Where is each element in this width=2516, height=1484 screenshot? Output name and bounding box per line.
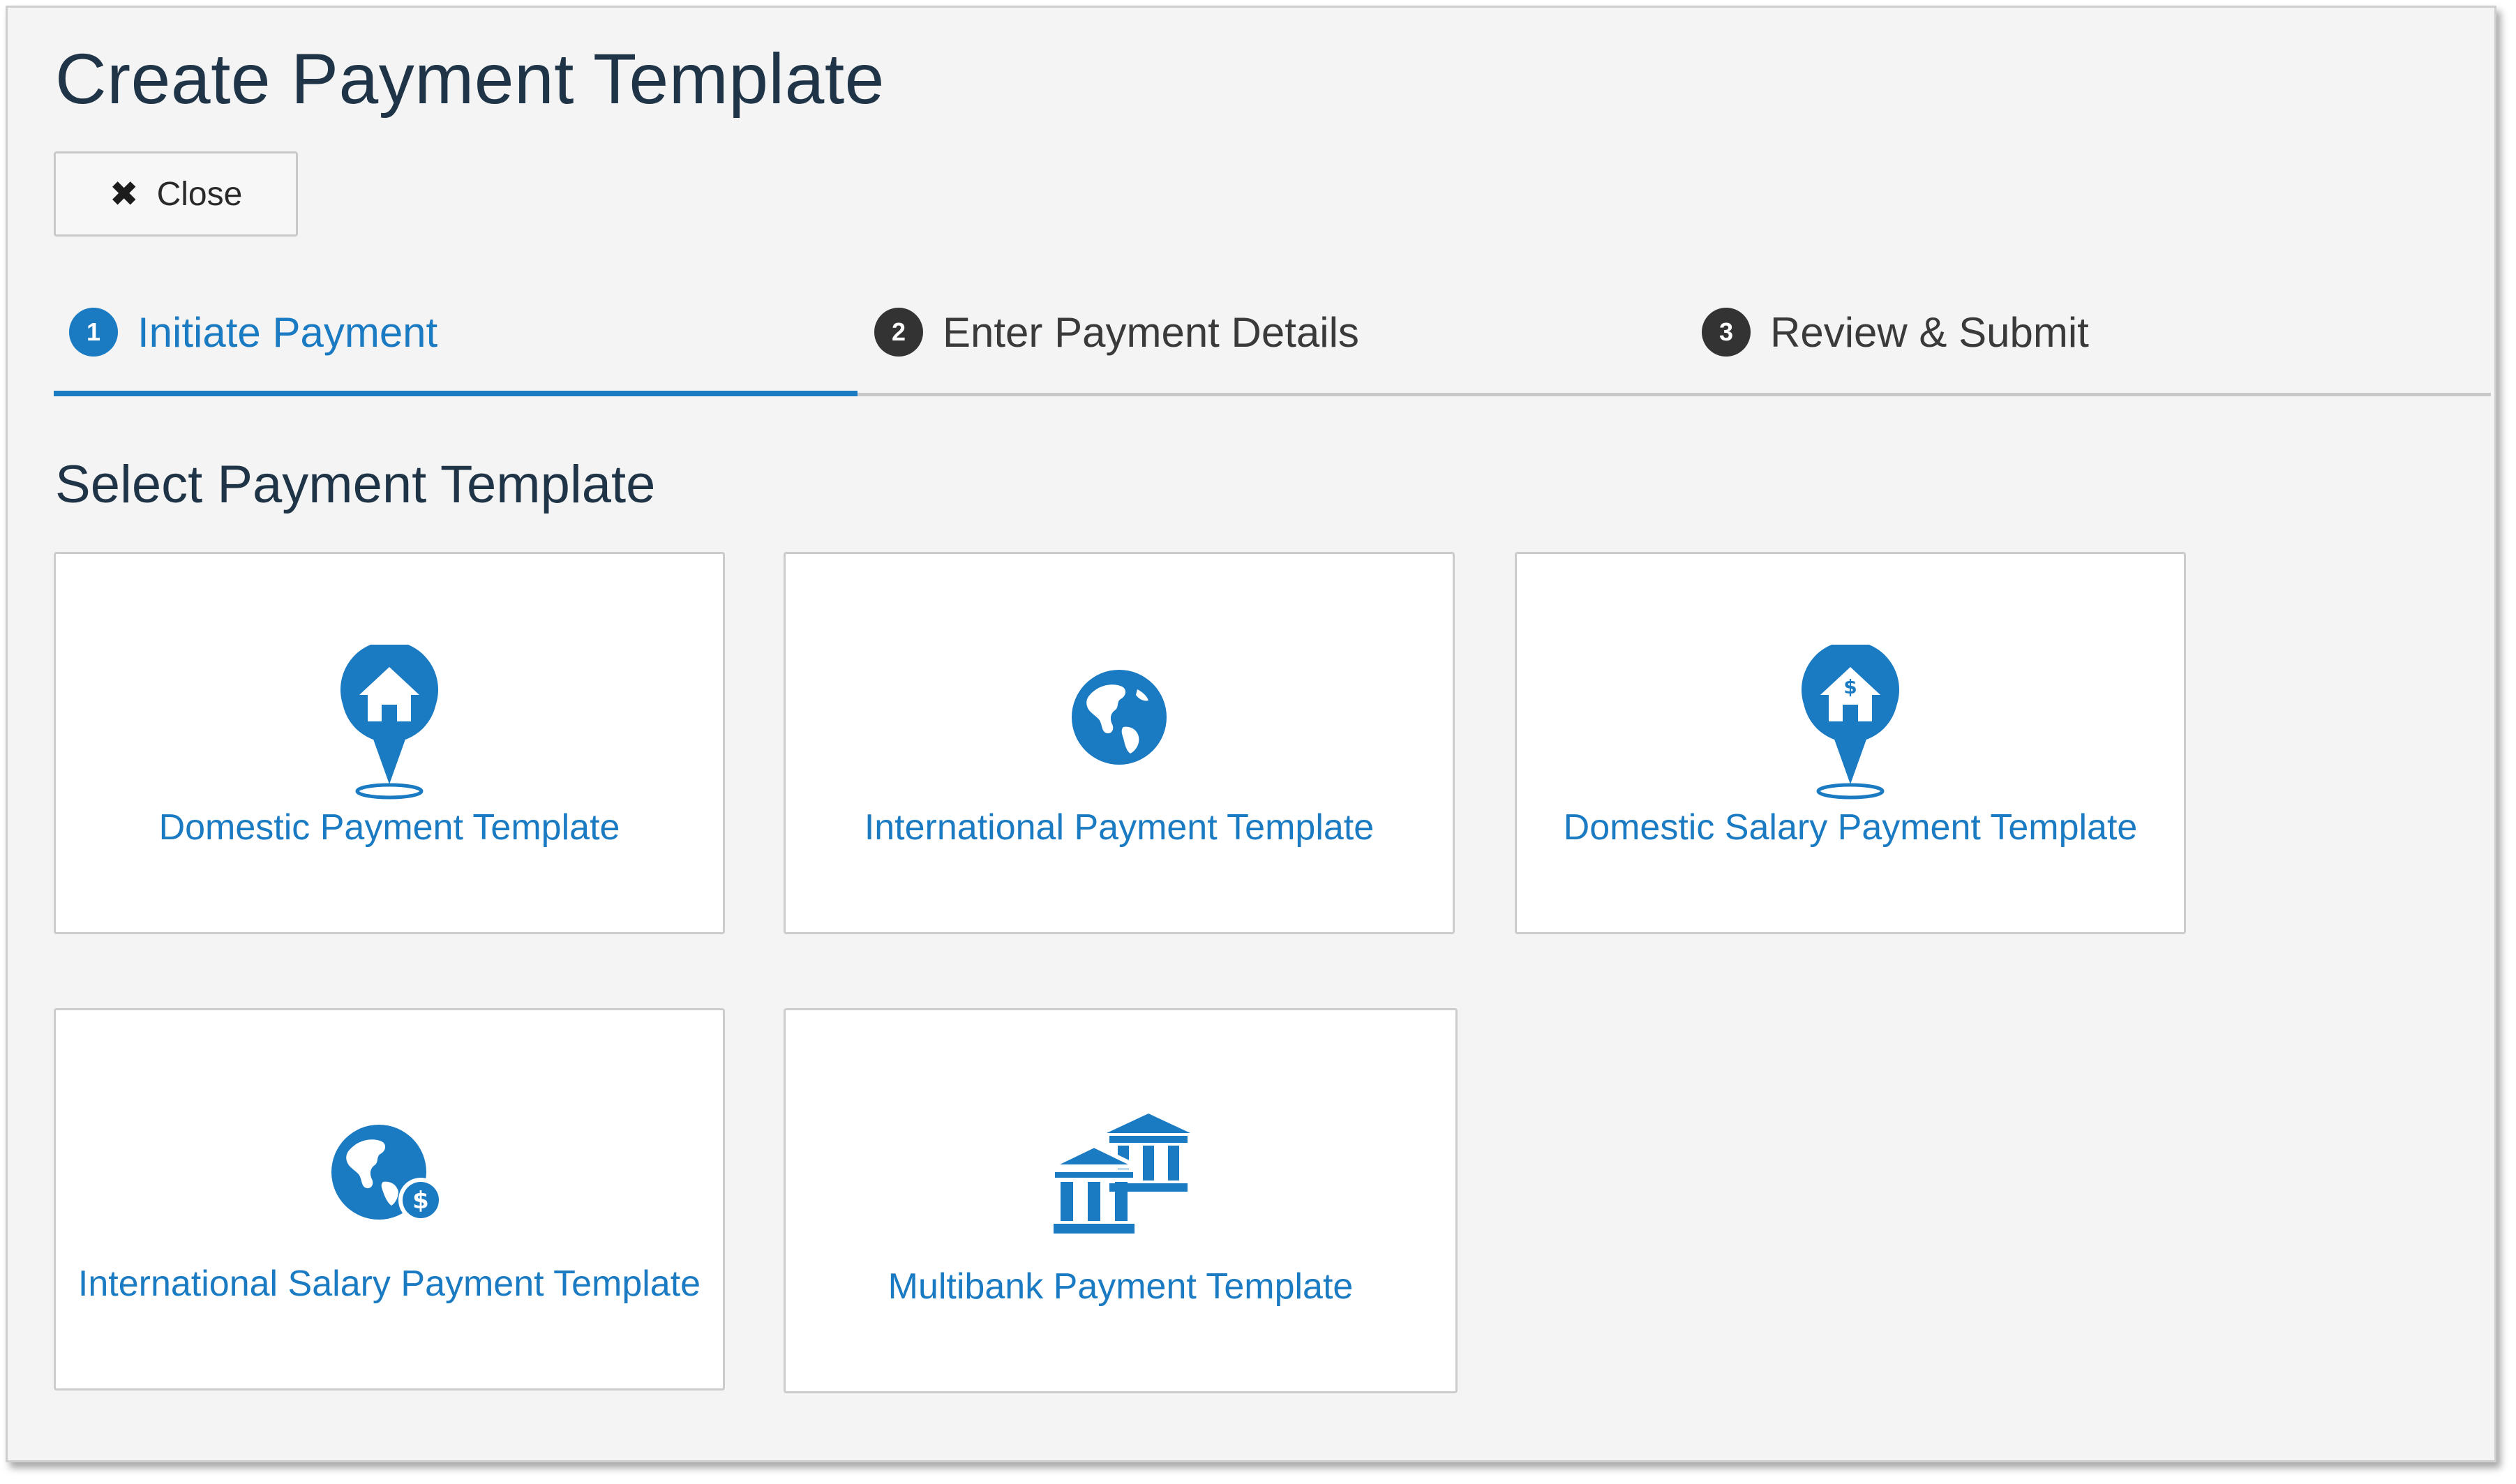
close-icon: ✖: [109, 174, 139, 213]
globe-dollar-icon: $: [331, 1125, 443, 1222]
globe-icon: [1072, 670, 1167, 765]
template-label: Domestic Salary Payment Template: [1563, 807, 2138, 848]
step-label: Enter Payment Details: [943, 308, 1359, 356]
step-initiate-payment[interactable]: 1 Initiate Payment: [69, 308, 437, 357]
bank-buildings-icon: [1051, 1114, 1190, 1234]
svg-text:$: $: [1843, 675, 1857, 698]
create-template-panel: Create Payment Template ✖ Close 1 Initia…: [6, 6, 2496, 1462]
active-step-indicator: [54, 391, 858, 396]
page-title: Create Payment Template: [55, 39, 885, 119]
international-payment-template-card[interactable]: International Payment Template: [784, 552, 1455, 934]
domestic-payment-template-card[interactable]: Domestic Payment Template: [54, 552, 725, 934]
template-label: Multibank Payment Template: [888, 1266, 1354, 1307]
domestic-salary-payment-template-card[interactable]: $ Domestic Salary Payment Template: [1515, 552, 2186, 934]
home-pin-icon: [340, 645, 438, 800]
template-label: International Salary Payment Template: [77, 1264, 701, 1304]
step-label: Review & Submit: [1770, 308, 2089, 356]
template-label: International Payment Template: [864, 807, 1375, 848]
step-number-badge: 3: [1702, 308, 1751, 357]
svg-text:$: $: [412, 1187, 429, 1215]
home-dollar-pin-icon: $: [1802, 645, 1899, 800]
step-review-submit[interactable]: 3 Review & Submit: [1702, 308, 2089, 357]
template-label: Domestic Payment Template: [158, 807, 620, 848]
close-button-label: Close: [156, 175, 243, 213]
step-enter-payment-details[interactable]: 2 Enter Payment Details: [874, 308, 1359, 357]
wizard-steps: 1 Initiate Payment 2 Enter Payment Detai…: [54, 287, 2491, 400]
step-number-badge: 2: [874, 308, 923, 357]
multibank-payment-template-card[interactable]: Multibank Payment Template: [784, 1008, 1458, 1393]
section-title: Select Payment Template: [55, 455, 656, 514]
international-salary-payment-template-card[interactable]: $ International Salary Payment Template: [54, 1008, 725, 1391]
step-number-badge: 1: [69, 308, 118, 357]
close-button[interactable]: ✖ Close: [54, 151, 298, 237]
step-label: Initiate Payment: [137, 308, 438, 356]
